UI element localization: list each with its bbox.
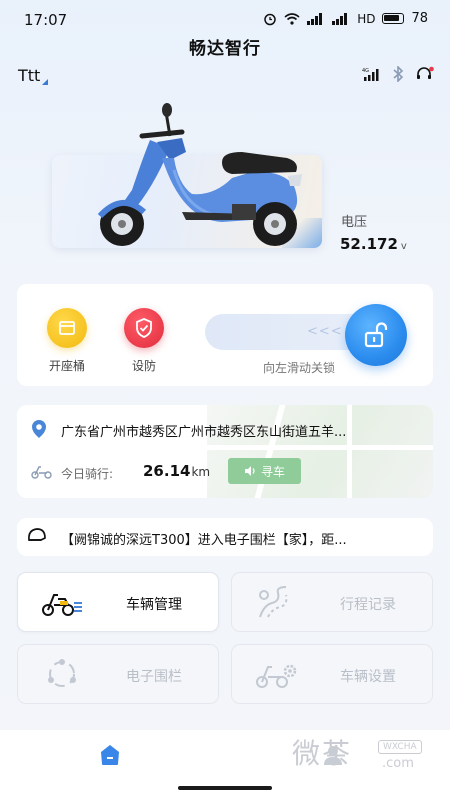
battery-level: 78 <box>411 11 428 26</box>
find-car-button[interactable]: 寻车 <box>228 458 301 484</box>
trip-distance-unit: km <box>191 465 211 479</box>
wifi-icon <box>284 12 300 25</box>
status-bar: 17:07 HD 78 <box>0 0 450 36</box>
svg-text:4G: 4G <box>362 68 369 74</box>
page-title: 畅达智行 <box>189 39 261 59</box>
battery-icon <box>382 13 405 24</box>
watermark-domain: .com <box>382 756 414 771</box>
status-icons: HD 78 <box>263 11 428 26</box>
shield-icon <box>124 308 164 348</box>
watermark: 微茶 WXCHA .com <box>292 732 422 772</box>
open-seat-button[interactable]: 开座桶 <box>37 308 97 374</box>
control-card: 开座桶 设防 <<< 向左滑动关锁 <box>17 284 433 386</box>
home-indicator[interactable] <box>178 786 272 790</box>
trip-record-button[interactable]: 行程记录 <box>231 572 433 632</box>
geofence-label: 电子围栏 <box>126 669 182 685</box>
arm-label: 设防 <box>131 359 156 373</box>
watermark-text: 微茶 <box>292 737 353 770</box>
arm-button[interactable]: 设防 <box>114 308 174 374</box>
slider-arrows: <<< <box>307 324 343 339</box>
lock-slider-handle[interactable] <box>345 304 407 366</box>
caret-icon <box>42 79 49 85</box>
voltage-number: 52.172 <box>340 235 398 253</box>
home-icon[interactable] <box>98 744 122 766</box>
network-type: HD <box>357 11 376 26</box>
find-car-label: 寻车 <box>260 464 285 479</box>
trip-record-label: 行程记录 <box>340 597 396 613</box>
signal-icon-2 <box>332 12 348 25</box>
trip-distance-value: 26.14 <box>143 462 191 480</box>
bluetooth-icon[interactable] <box>392 66 404 82</box>
trip-distance: 26.14km <box>143 462 210 480</box>
notice-text: 【阙锦诚的深远T300】进入电子围栏【家】，距... <box>61 533 347 548</box>
signal-4g-icon: 4G <box>362 68 379 81</box>
scooter-list-icon <box>42 594 82 616</box>
vehicle-settings-label: 车辆设置 <box>340 669 396 685</box>
vehicle-settings-button[interactable]: 车辆设置 <box>231 644 433 704</box>
scooter-icon <box>31 466 52 479</box>
padlock-open-icon <box>364 322 388 348</box>
voltage-value: 52.172 v <box>340 235 407 253</box>
location-pin-icon <box>32 420 46 438</box>
headset-icon[interactable] <box>416 66 434 82</box>
notice-bar[interactable]: 【阙锦诚的深远T300】进入电子围栏【家】，距... <box>17 518 433 556</box>
helmet-icon <box>28 528 46 541</box>
open-seat-label: 开座桶 <box>48 359 85 373</box>
seat-box-icon <box>47 308 87 348</box>
slider-caption: 向左滑动关锁 <box>263 361 336 375</box>
geofence-button[interactable]: 电子围栏 <box>17 644 219 704</box>
route-icon <box>259 586 288 618</box>
user-selector[interactable]: Ttt <box>18 66 49 85</box>
geofence-icon <box>48 659 76 687</box>
signal-icon <box>307 12 323 25</box>
trip-label: 今日骑行: <box>61 467 114 481</box>
watermark-badge: WXCHA <box>378 740 422 754</box>
location-card[interactable]: 广东省广州市越秀区广州市越秀区东山街道五羊... 今日骑行: 26.14km 寻… <box>17 405 433 498</box>
scooter-gear-icon <box>256 664 297 688</box>
user-name: Ttt <box>18 66 41 85</box>
map-thumbnail <box>207 405 433 498</box>
speaker-icon <box>244 466 255 476</box>
vehicle-manage-label: 车辆管理 <box>126 597 182 613</box>
location-address: 广东省广州市越秀区广州市越秀区东山街道五羊... <box>61 425 347 440</box>
scooter-image <box>97 103 302 246</box>
top-right-icons: 4G <box>362 66 434 82</box>
voltage-unit: v <box>400 241 407 252</box>
vehicle-manage-button[interactable]: 车辆管理 <box>17 572 219 632</box>
alarm-icon <box>264 13 276 25</box>
voltage-label: 电压 <box>341 215 368 230</box>
status-time: 17:07 <box>24 11 68 29</box>
